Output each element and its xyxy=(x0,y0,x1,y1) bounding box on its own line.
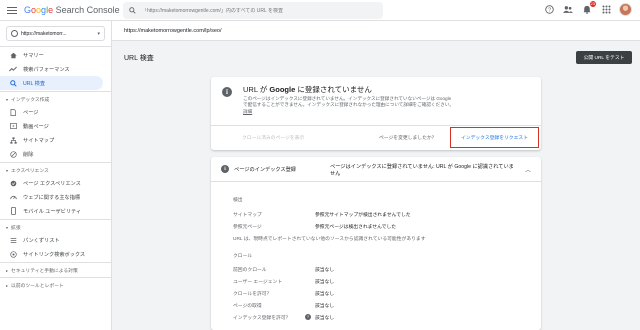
index-status-description: このページはインデックスに登録されていません。インデックスに登録されていないペー… xyxy=(243,96,454,114)
detail-row: インデックス登録を許可？ ? 該当なし xyxy=(233,313,335,321)
sidebar-item-core-web-vitals[interactable]: ウェブに関する主な指標 xyxy=(0,190,111,204)
crawl-section-title: クロール xyxy=(233,254,253,259)
avatar[interactable] xyxy=(619,3,632,16)
index-status-title: URL が Google に登録されていません xyxy=(243,85,372,94)
gauge-icon xyxy=(9,193,17,201)
help-icon[interactable]: ? xyxy=(305,313,311,320)
search-input[interactable] xyxy=(142,7,372,14)
pages-icon xyxy=(9,108,17,116)
home-icon xyxy=(9,51,17,59)
sidebar-item-performance[interactable]: 検索パフォーマンス xyxy=(0,62,111,76)
sidebar-item-label: ページ エクスペリエンス xyxy=(23,180,81,187)
property-selector[interactable]: https://maketomorr... ▾ xyxy=(6,26,105,41)
section-security[interactable]: ▸ セキュリティと手動による対策 xyxy=(0,264,111,276)
sidebar-item-url-inspection[interactable]: URL 検査 xyxy=(0,76,103,90)
info-icon: i xyxy=(222,87,232,97)
sidebar-item-pages[interactable]: ページ xyxy=(0,105,111,119)
page-changed-question: ページを変更しましたか？ xyxy=(379,136,437,141)
sidebar-item-sitemaps[interactable]: サイトマップ xyxy=(0,133,111,147)
url-inspect-search[interactable] xyxy=(123,2,383,19)
section-indexing[interactable]: ▾ インデックス作成 xyxy=(0,93,111,105)
sidebar-item-video-pages[interactable]: 動画ページ xyxy=(0,119,111,133)
sidebar-item-breadcrumbs[interactable]: パンくずリスト xyxy=(0,233,111,247)
sidebar-item-summary[interactable]: サマリー xyxy=(0,48,111,62)
sidebar-item-label: ページ xyxy=(23,109,39,116)
page-indexing-header[interactable]: i ページのインデックス登録 ページはインデックスに登録されていません: URL… xyxy=(211,157,541,182)
trend-icon xyxy=(9,65,17,73)
sidebar-item-label: 動画ページ xyxy=(23,123,49,130)
sidebar: https://maketomorr... ▾ サマリー 検索パフォーマンス U… xyxy=(0,21,112,330)
sitemap-icon xyxy=(9,136,17,144)
sidebar-item-sitelinks-searchbox[interactable]: サイトリンク検索ボックス xyxy=(0,247,111,261)
search-icon xyxy=(129,7,136,14)
remove-icon xyxy=(9,150,17,158)
sitelinks-icon xyxy=(9,250,17,258)
detail-row: 前回のクロール 該当なし xyxy=(233,268,335,273)
index-status-card: i URL が Google に登録されていません このページはインデックスに登… xyxy=(211,77,541,150)
help-icon[interactable]: ? xyxy=(543,4,555,16)
info-icon: i xyxy=(221,165,229,173)
sidebar-item-page-experience[interactable]: ページ エクスペリエンス xyxy=(0,176,111,190)
sidebar-item-label: モバイル ユーザビリティ xyxy=(23,208,82,215)
sidebar-item-label: パンくずリスト xyxy=(23,237,60,244)
sidebar-item-label: サマリー xyxy=(23,52,44,59)
sidebar-item-removals[interactable]: 削除 xyxy=(0,147,111,161)
sidebar-item-label: 検索パフォーマンス xyxy=(23,66,70,73)
page-indexing-card: i ページのインデックス登録 ページはインデックスに登録されていません: URL… xyxy=(211,157,541,330)
sidebar-item-label: 削除 xyxy=(23,151,34,158)
top-bar: Google Search Console ? 23 xyxy=(0,0,640,21)
sidebar-item-label: ウェブに関する主な指標 xyxy=(23,194,81,201)
notifications-icon[interactable]: 23 xyxy=(581,0,596,16)
video-icon xyxy=(9,122,17,130)
test-live-url-button[interactable]: 公開 URL をテスト xyxy=(576,51,632,64)
page-indexing-status: ページはインデックスに登録されていません: URL が Google に認識され… xyxy=(330,164,514,177)
learn-more-link[interactable]: 詳細 xyxy=(243,109,252,114)
detail-row: サイトマップ 参照元サイトマップが検出されませんでした xyxy=(233,213,411,218)
sidebar-item-label: サイトマップ xyxy=(23,137,55,144)
svg-text:?: ? xyxy=(548,7,551,13)
detail-row: ユーザー エージェント 該当なし xyxy=(233,280,335,285)
globe-icon xyxy=(11,30,18,37)
section-legacy-tools[interactable]: ▸ 以前のツールとレポート xyxy=(0,279,111,291)
discovery-note: URL は、現時点でレポートされていない他のソースから認識されている可能性があり… xyxy=(233,237,426,242)
search-icon xyxy=(9,79,17,87)
section-enhancements[interactable]: ▾ 拡張 xyxy=(0,221,111,233)
notification-badge: 23 xyxy=(589,0,596,7)
breadcrumb-icon xyxy=(9,236,17,244)
section-experience[interactable]: ▾ エクスペリエンス xyxy=(0,164,111,176)
request-indexing-button[interactable]: インデックス登録をリクエスト xyxy=(450,127,539,148)
view-crawled-page-link[interactable]: クロール済みのページを表示 xyxy=(242,134,304,141)
detail-row: クロールを許可？ 該当なし xyxy=(233,292,335,297)
detail-row: 参照元ページ 参照元ページは検出されませんでした xyxy=(233,225,397,230)
sidebar-item-mobile-usability[interactable]: モバイル ユーザビリティ xyxy=(0,204,111,218)
discovery-section-title: 検出 xyxy=(233,198,243,203)
chevron-up-icon[interactable]: ︿ xyxy=(525,165,531,174)
mobile-icon xyxy=(9,207,17,215)
chevron-down-icon: ▾ xyxy=(97,30,100,37)
page-title: URL 検査 xyxy=(124,55,154,62)
people-icon[interactable] xyxy=(562,4,574,16)
app-logo[interactable]: Google Search Console xyxy=(24,5,120,15)
detail-row: ページの取得 該当なし xyxy=(233,304,335,309)
apps-grid-icon[interactable] xyxy=(600,4,612,16)
page-experience-icon xyxy=(9,179,17,187)
inspected-url: https://maketomorrowgentle.com/lp/seo/ xyxy=(124,27,222,34)
page-indexing-title: ページのインデックス登録 xyxy=(234,167,296,173)
sidebar-item-label: サイトリンク検索ボックス xyxy=(23,251,86,258)
property-url: https://maketomorr... xyxy=(21,30,67,37)
inspected-url-bar: https://maketomorrowgentle.com/lp/seo/ xyxy=(112,21,640,41)
menu-icon[interactable] xyxy=(7,6,17,14)
sidebar-item-label: URL 検査 xyxy=(23,80,46,87)
